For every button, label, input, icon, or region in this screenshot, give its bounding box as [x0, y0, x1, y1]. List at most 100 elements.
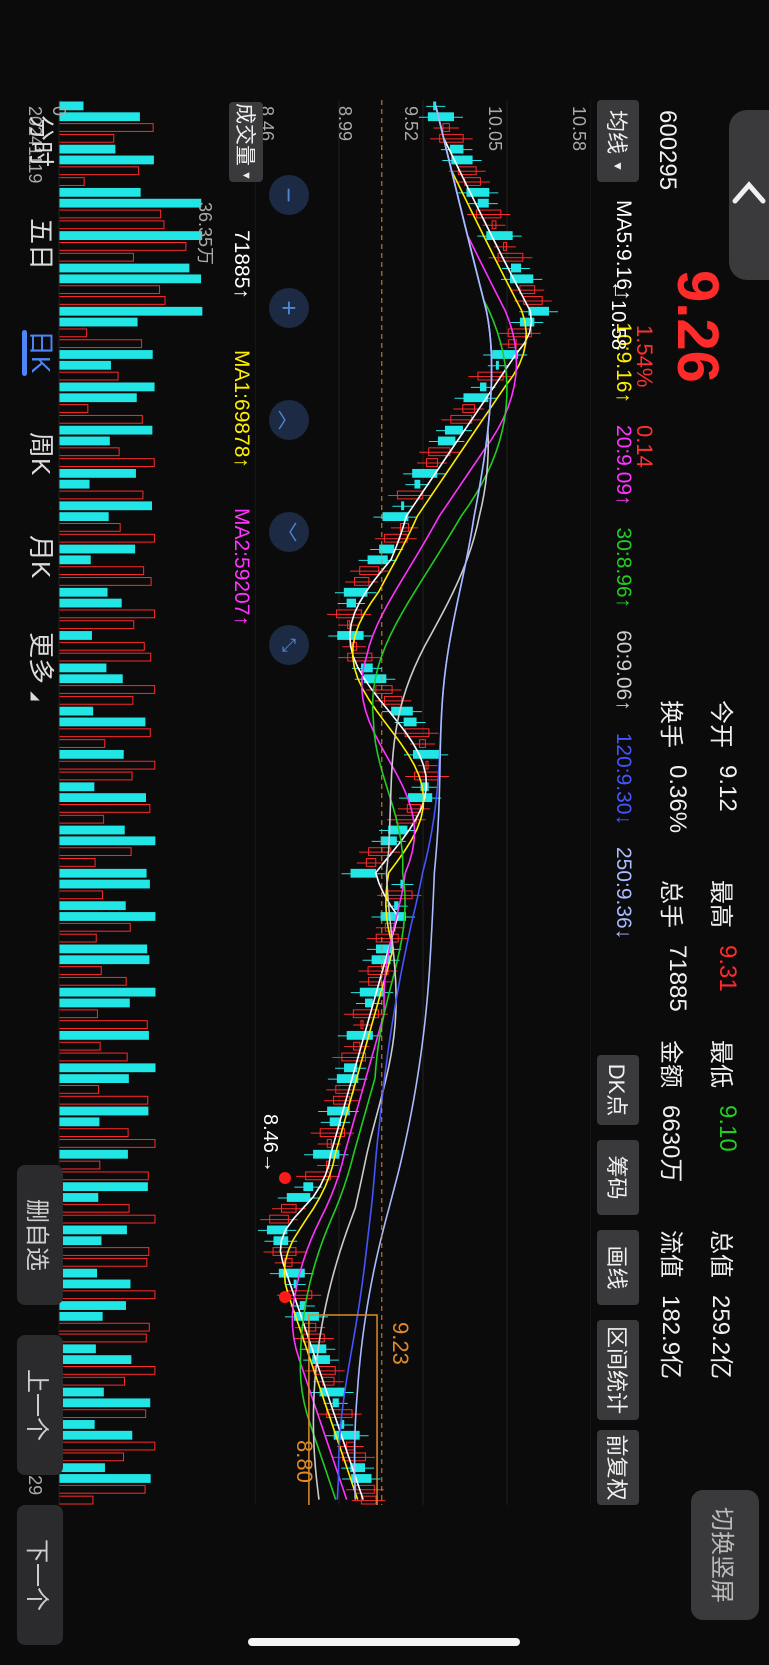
- volume-bar: [58, 490, 144, 500]
- tab-weekly-k[interactable]: 周K: [24, 432, 61, 475]
- volume-bar: [58, 641, 145, 651]
- candle-body: [345, 1441, 355, 1451]
- chip-button[interactable]: 筹码: [597, 1140, 639, 1215]
- volume-bar: [58, 339, 143, 349]
- tab-more[interactable]: 更多 ◢: [24, 632, 61, 700]
- volume-bar: [58, 371, 119, 381]
- volume-bar: [58, 1085, 100, 1094]
- indicator-select[interactable]: 成交量 ▼: [229, 102, 263, 182]
- candle-body: [382, 512, 409, 522]
- signal-dot: [279, 1291, 291, 1303]
- quote-label: 金额: [657, 1040, 684, 1088]
- ma60-value: 60:9.06↑: [612, 630, 635, 711]
- candle-body: [365, 858, 377, 867]
- volume-bar: [58, 1182, 148, 1192]
- volume-bar: [58, 252, 134, 262]
- volume-bar: [58, 479, 90, 489]
- volume-bar: [58, 1139, 156, 1148]
- current-price: 9.26: [665, 270, 730, 383]
- volume-bar: [58, 523, 121, 532]
- volume-bar: [58, 1430, 133, 1440]
- ma-select[interactable]: 均线 ▼: [597, 100, 639, 182]
- quote-label: 换手: [657, 700, 684, 748]
- volume-bar: [58, 836, 156, 846]
- volume-bar: [58, 1160, 101, 1170]
- volume-bar: [58, 1052, 128, 1062]
- scroll-right-button[interactable]: ﹀: [269, 512, 309, 552]
- price-axis-4: 8.99: [335, 106, 355, 142]
- volume-bar: [58, 468, 136, 478]
- range-box-high: 9.23: [388, 1322, 413, 1365]
- volume-bar: [58, 1214, 156, 1224]
- volume-bar: [58, 706, 94, 716]
- volume-bar: [58, 1474, 151, 1483]
- volume-bar: [58, 793, 147, 803]
- home-indicator[interactable]: [248, 1638, 520, 1646]
- tab-more-label: 更多: [26, 632, 56, 685]
- volume-bar: [58, 1344, 96, 1354]
- volume-chart[interactable]: [49, 100, 229, 1505]
- volume-bar: [58, 1149, 128, 1159]
- candle-body: [479, 382, 487, 392]
- back-button[interactable]: [729, 110, 769, 280]
- volume-bar: [58, 922, 131, 932]
- forward-adjust-button[interactable]: 前复权: [597, 1430, 639, 1505]
- volume-bar: [58, 133, 115, 143]
- quote-label: 总手: [657, 880, 684, 928]
- signal-dot: [279, 1172, 291, 1184]
- candle-body: [354, 577, 370, 586]
- caret-icon: ◢: [29, 691, 43, 701]
- quote-label: 总值: [707, 1230, 734, 1278]
- volume-bar: [58, 436, 110, 446]
- volume-bar: [58, 1247, 150, 1256]
- volume-bar: [58, 274, 202, 284]
- candle-body: [375, 685, 393, 694]
- remove-watchlist-button[interactable]: 删自选: [17, 1165, 63, 1305]
- tab-daily-k[interactable]: 日K: [24, 330, 61, 373]
- tab-monthly-k[interactable]: 月K: [24, 535, 61, 578]
- volume-bar: [58, 533, 155, 543]
- next-stock-button[interactable]: 下一个: [17, 1505, 63, 1645]
- candle-body: [335, 1085, 354, 1094]
- candle-body: [403, 717, 417, 727]
- volume-bar: [58, 1041, 101, 1051]
- draw-line-button[interactable]: 画线: [597, 1230, 639, 1305]
- collapse-button[interactable]: ⤡: [269, 625, 309, 665]
- candle-body: [367, 555, 388, 565]
- volume-bar: [58, 1106, 149, 1116]
- volume-bar: [58, 1203, 130, 1213]
- volume-bar: [58, 858, 96, 867]
- volume-bar: [58, 955, 150, 965]
- volume-bar: [58, 1322, 150, 1332]
- range-stats-button[interactable]: 区间统计: [597, 1320, 639, 1420]
- price-axis-3: 9.52: [401, 106, 421, 142]
- quote-value: 9.10: [714, 1105, 741, 1152]
- volume-value: 71885↑: [230, 230, 253, 299]
- volume-bar: [58, 814, 105, 824]
- minus-icon: −: [274, 187, 305, 203]
- volume-bar: [58, 1301, 126, 1310]
- candle-body: [444, 425, 463, 435]
- zoom-out-button[interactable]: −: [269, 175, 309, 215]
- chevron-left-icon: [732, 181, 766, 204]
- caret-down-icon: ▼: [240, 170, 252, 181]
- tab-intraday[interactable]: 分时: [24, 115, 61, 167]
- candle-body: [407, 793, 433, 803]
- scroll-left-button[interactable]: ︿: [269, 400, 309, 440]
- quote-value: 9.12: [714, 765, 741, 812]
- candle-body: [394, 901, 399, 911]
- tab-five-day[interactable]: 五日: [24, 218, 61, 270]
- switch-portrait-button[interactable]: 切换竖屏: [691, 1490, 759, 1620]
- candle-body: [528, 306, 550, 316]
- previous-stock-button[interactable]: 上一个: [17, 1335, 63, 1475]
- volume-bar: [58, 749, 124, 759]
- dk-point-button[interactable]: DK点: [597, 1055, 639, 1125]
- candle-body: [414, 479, 421, 489]
- moving-average-line: [312, 105, 493, 1500]
- volume-bar: [58, 414, 143, 424]
- zoom-in-button[interactable]: +: [269, 288, 309, 328]
- candle-body: [427, 112, 454, 122]
- caret-down-icon: ▼: [611, 160, 625, 172]
- volume-bar: [58, 1257, 148, 1267]
- moving-average-line: [336, 105, 493, 1500]
